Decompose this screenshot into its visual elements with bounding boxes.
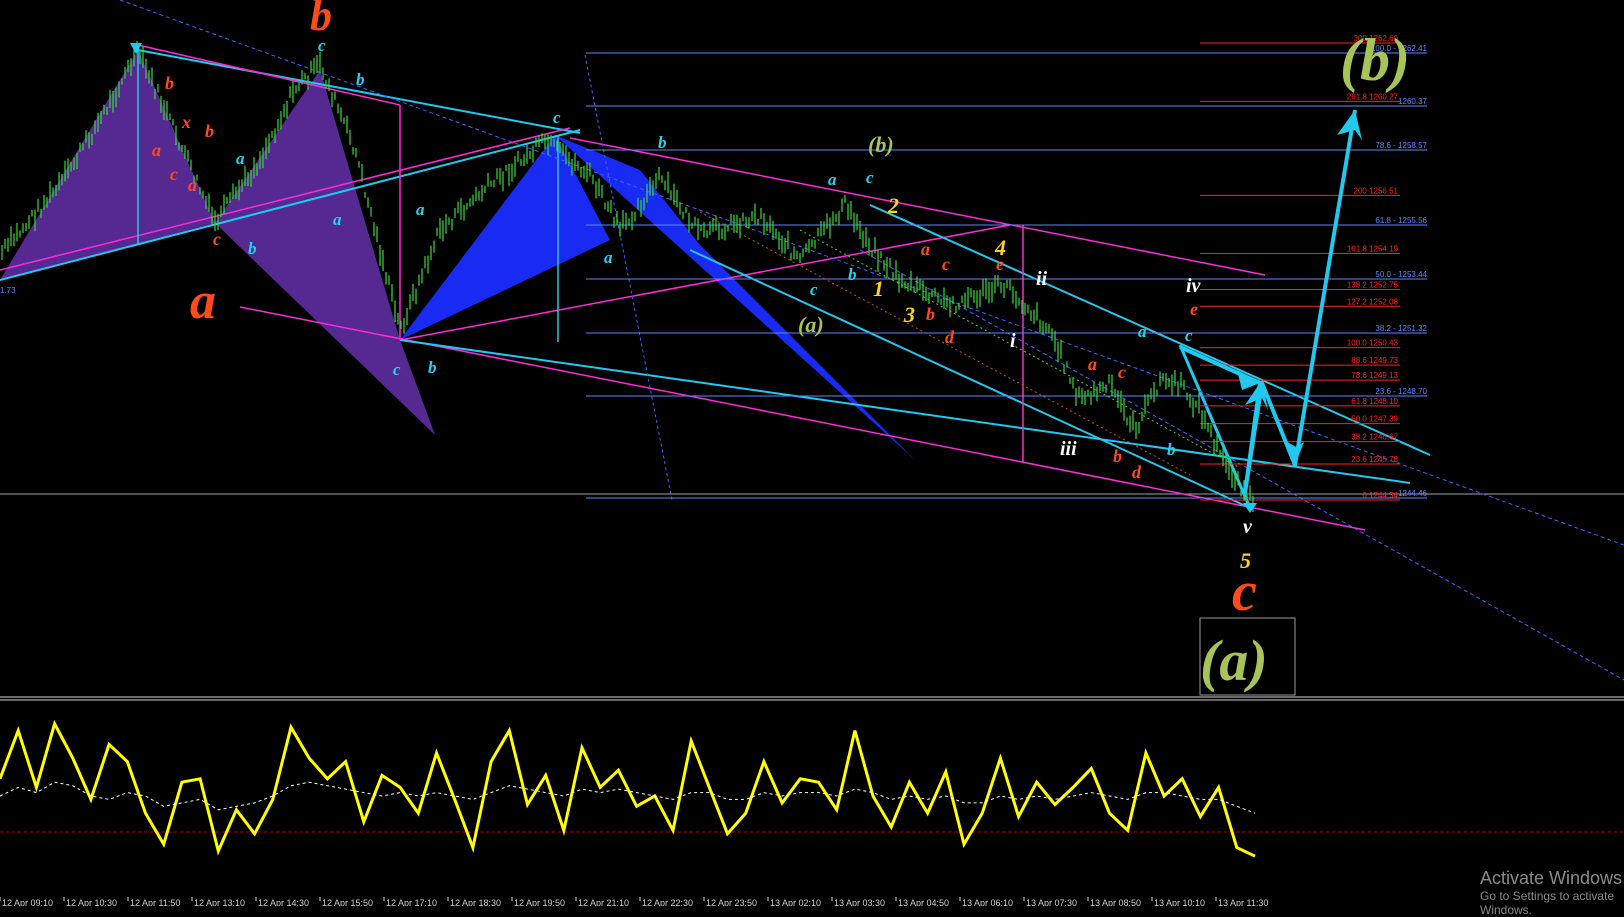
wave-label-b-big: b <box>310 0 332 40</box>
fib-red-label: 38.2 1246.67 <box>1351 433 1398 442</box>
wave-label-orange-a1: a <box>152 140 161 160</box>
wave-label-cyan-a1: a <box>236 149 245 168</box>
fib-red-label: 127.2 1252.08 <box>1347 297 1399 306</box>
wave-label-orange-x: x <box>181 112 191 132</box>
wave-label-3: 3 <box>903 302 915 327</box>
background-layer <box>0 0 1624 906</box>
time-label: 13 Apr 02:10 <box>770 898 821 906</box>
wave-label-a-big: a <box>190 273 216 330</box>
wave-label-orange-e2: e <box>1190 299 1198 319</box>
fib-blue-label: 1244.46 <box>1398 489 1427 498</box>
wave-label-cyan-c1: c <box>318 36 326 55</box>
wave-label-cyan-b5: b <box>848 265 857 284</box>
time-label: 13 Apr 10:10 <box>1154 898 1205 906</box>
wave-label-cyan-c5: c <box>810 280 818 299</box>
wave-label-cyan-a3: a <box>416 200 425 219</box>
wave-label-orange-a3: a <box>921 239 930 259</box>
time-label: 13 Apr 03:30 <box>834 898 885 906</box>
wave-label-orange-b2: b <box>205 121 214 141</box>
wave-label-orange-c4: c <box>1118 362 1126 382</box>
wave-label-2: 2 <box>887 193 899 218</box>
time-label: 12 Apr 15:50 <box>322 898 373 906</box>
wave-label-cyan-b6: b <box>1167 440 1176 459</box>
time-label: 12 Apr 13:10 <box>194 898 245 906</box>
fib-blue-label: 61.8 - 1255.56 <box>1375 216 1427 225</box>
wave-label-b-target: (b) <box>1340 27 1410 93</box>
wave-label-orange-d2: d <box>1132 462 1142 482</box>
time-label: 13 Apr 11:30 <box>1218 898 1268 906</box>
fib-blue-label: 38.2 - 1251.32 <box>1375 324 1427 333</box>
wave-label-b-paren: (b) <box>868 132 894 157</box>
time-label: 12 Apr 11:50 <box>130 898 180 906</box>
wave-label-cyan-c4: c <box>866 168 874 187</box>
wave-label-cyan-c3: c <box>553 108 561 127</box>
price-tag-left: 1.73 <box>0 286 16 295</box>
time-label: 12 Apr 10:30 <box>66 898 117 906</box>
wave-label-ii: ii <box>1036 268 1048 290</box>
wave-label-orange-c1: c <box>170 164 178 184</box>
fib-red-label: 200 1256.51 <box>1354 186 1399 195</box>
watermark-subtitle: Go to Settings to activate Windows. <box>1480 889 1615 917</box>
fib-red-label: 0 1244.34 <box>1362 491 1398 500</box>
wave-label-orange-c2: c <box>213 229 221 249</box>
fib-blue-label: 1260.37 <box>1398 97 1427 106</box>
wave-label-orange-a2: a <box>188 175 197 195</box>
time-label: 13 Apr 08:50 <box>1090 898 1141 906</box>
wave-label-cyan-a5: a <box>828 170 837 189</box>
fib-red-label: 23.6 1245.78 <box>1351 455 1398 464</box>
wave-label-orange-c3: c <box>942 254 950 274</box>
wave-label-cyan-a4: a <box>604 248 613 267</box>
time-label: 12 Apr 21:10 <box>578 898 629 906</box>
fib-red-label: 50.0 1247.39 <box>1351 415 1398 424</box>
wave-label-cyan-b4: b <box>658 133 667 152</box>
wave-label-cyan-a6: a <box>1138 322 1147 341</box>
wave-label-orange-b3: b <box>926 304 935 324</box>
fib-red-label: 261.8 1260.27 <box>1347 92 1399 101</box>
time-label: 12 Apr 18:30 <box>450 898 501 906</box>
fib-blue-label: 78.6 - 1258.57 <box>1375 141 1427 150</box>
fib-red-label: 161.8 1254.19 <box>1347 244 1399 253</box>
fib-red-label: 61.8 1248.10 <box>1351 397 1398 406</box>
time-label: 12 Apr 09:10 <box>2 898 53 906</box>
wave-label-cyan-b2: b <box>248 239 257 258</box>
fib-blue-label: 23.6 - 1248.70 <box>1375 387 1427 396</box>
activate-windows-watermark: Activate Windows Go to Settings to activ… <box>1480 868 1624 917</box>
fib-red-label: 88.6 1249.73 <box>1351 356 1398 365</box>
fib-red-label: 100.0 1250.43 <box>1347 339 1399 348</box>
time-label: 13 Apr 04:50 <box>898 898 949 906</box>
wave-label-a-box: (a) <box>1200 628 1268 693</box>
wave-label-cyan-a2: a <box>333 210 342 229</box>
fib-red-label: 78.6 1249.13 <box>1351 371 1398 380</box>
wave-label-orange-e1: e <box>996 254 1004 274</box>
wave-label-iv: iv <box>1186 275 1202 297</box>
wave-label-5: 5 <box>1240 548 1251 573</box>
wave-label-cyan-b3: b <box>428 358 437 377</box>
time-label: 12 Apr 17:10 <box>386 898 437 906</box>
wave-label-orange-b4: b <box>1113 446 1122 466</box>
time-label: 13 Apr 06:10 <box>962 898 1013 906</box>
wave-label-orange-b1: b <box>165 73 174 93</box>
chart-canvas[interactable]: 300 1262.60261.8 1260.27200 1256.51161.8… <box>0 0 1624 906</box>
fib-blue-label: 50.0 - 1253.44 <box>1375 270 1427 279</box>
time-label: 12 Apr 19:50 <box>514 898 565 906</box>
wave-label-cyan-c2: c <box>393 360 401 379</box>
wave-label-i: i <box>1010 330 1016 352</box>
fib-red-label: 138.2 1252.75 <box>1347 281 1399 290</box>
wave-label-1: 1 <box>873 276 884 301</box>
time-label: 12 Apr 23:50 <box>706 898 757 906</box>
time-label: 12 Apr 14:30 <box>258 898 309 906</box>
wave-label-orange-d1: d <box>945 327 955 347</box>
time-label: 12 Apr 22:30 <box>642 898 693 906</box>
wave-label-v: v <box>1243 516 1253 538</box>
wave-label-cyan-b1: b <box>356 70 365 89</box>
wave-label-iii: iii <box>1060 438 1077 460</box>
time-label: 13 Apr 07:30 <box>1026 898 1077 906</box>
wave-label-orange-a4: a <box>1088 354 1097 374</box>
wave-label-a-paren: (a) <box>798 312 824 337</box>
watermark-title: Activate Windows <box>1480 868 1623 888</box>
wave-label-cyan-c6: c <box>1185 326 1193 345</box>
